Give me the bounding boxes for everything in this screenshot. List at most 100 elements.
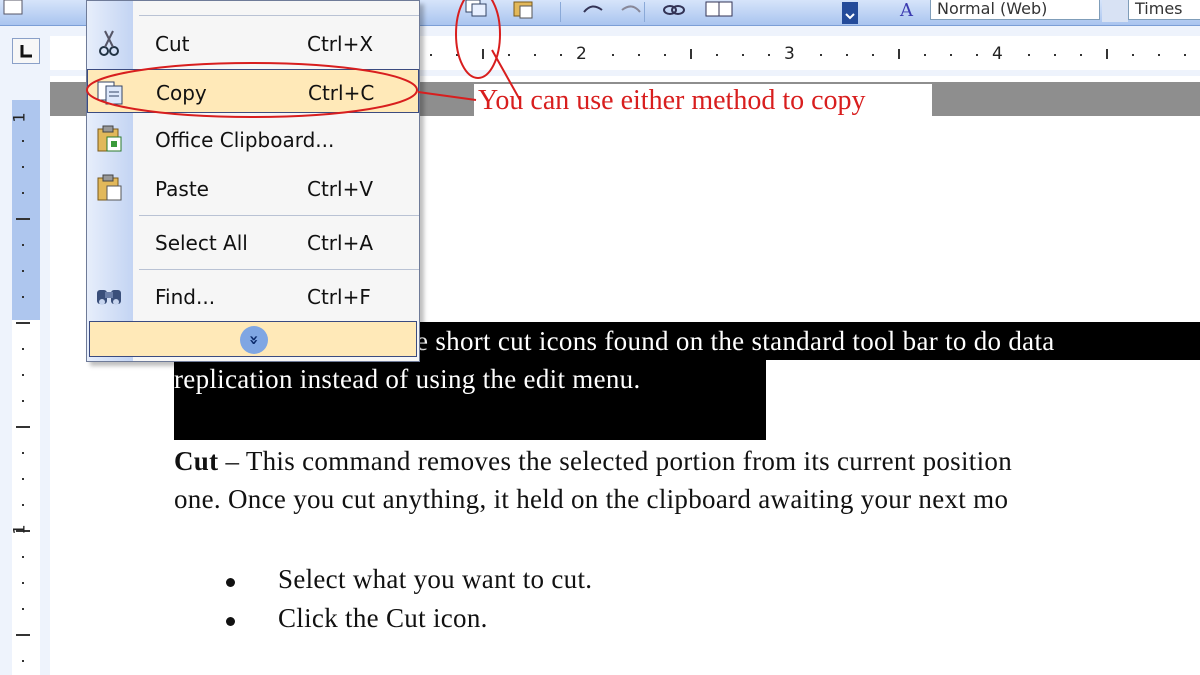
- bullet-item[interactable]: Select what you want to cut.: [278, 564, 592, 595]
- toolbar-separator: [560, 2, 561, 22]
- ruler-tick: [1158, 54, 1160, 56]
- font-dropdown[interactable]: Times: [1128, 0, 1200, 20]
- ruler-tick: [898, 49, 900, 59]
- cut-term: Cut: [174, 446, 219, 476]
- bullet-point: [226, 617, 235, 626]
- vertical-ruler-tick: [22, 348, 24, 350]
- ruler-tick: [976, 54, 978, 56]
- menu-expand-row[interactable]: »: [89, 321, 417, 357]
- bullet-point: [226, 578, 235, 587]
- menu-item-copy[interactable]: Copy Ctrl+C: [87, 69, 419, 113]
- vertical-ruler-margin: [12, 100, 40, 320]
- ruler-tick: [638, 54, 640, 56]
- menu-item-select-all[interactable]: Select All Ctrl+A: [87, 220, 419, 264]
- menu-item-label: Find...: [155, 285, 216, 309]
- menu-item-shortcut: Ctrl+F: [307, 285, 371, 309]
- vertical-ruler-tick: [22, 556, 24, 558]
- vertical-ruler-tick: [22, 192, 24, 194]
- menu-item-shortcut: Ctrl+A: [307, 231, 374, 255]
- toolbar-options-icon[interactable]: [840, 0, 866, 24]
- ruler-number: 3: [784, 44, 795, 64]
- cut-description: – This command removes the selected port…: [218, 446, 1012, 476]
- clipboard-icon: [93, 123, 125, 155]
- ruler-tick: [612, 54, 614, 56]
- menu-item-label: Paste: [155, 177, 209, 201]
- vertical-ruler-text-area: [12, 320, 40, 675]
- redo-icon[interactable]: [616, 0, 642, 22]
- ruler-tick: [1054, 54, 1056, 56]
- copy-toolbar-icon[interactable]: [462, 0, 488, 22]
- hyperlink-icon[interactable]: [660, 0, 686, 22]
- menu-item-paste[interactable]: Paste Ctrl+V: [87, 166, 419, 210]
- vertical-ruler-tick: [22, 452, 24, 454]
- ruler-tick: [690, 49, 692, 59]
- menu-item-label: Copy: [156, 81, 207, 105]
- scissors-icon: [93, 27, 125, 59]
- toolbar-icon[interactable]: [0, 0, 26, 22]
- vertical-ruler-tick: [16, 218, 30, 220]
- ruler-tick: [534, 54, 536, 56]
- ruler-tick: [1106, 49, 1108, 59]
- selected-text-line[interactable]: e short cut icons found on the standard …: [416, 326, 1055, 357]
- undo-icon[interactable]: [578, 0, 604, 22]
- tab-selector[interactable]: [12, 38, 40, 64]
- vertical-ruler-tick: [16, 322, 30, 324]
- vertical-ruler-tick: [22, 244, 24, 246]
- toolbar-separator: [644, 2, 645, 22]
- vertical-ruler-tick: [22, 140, 24, 142]
- vertical-ruler-tick: [22, 660, 24, 662]
- selected-text-line[interactable]: replication instead of using the edit me…: [174, 364, 641, 395]
- ruler-tick: [1028, 54, 1030, 56]
- ruler-tick: [872, 54, 874, 56]
- ruler-tick: [508, 54, 510, 56]
- ruler-tick: [950, 54, 952, 56]
- ruler-number: 4: [992, 44, 1003, 64]
- ruler-tick: [768, 54, 770, 56]
- vertical-ruler-tick: [16, 426, 30, 428]
- menu-separator: [139, 269, 419, 270]
- menu-item-shortcut: Ctrl+X: [307, 32, 374, 56]
- paste-toolbar-icon[interactable]: [510, 0, 536, 22]
- cut-paragraph-line[interactable]: one. Once you cut anything, it held on t…: [174, 484, 1008, 515]
- svg-text:A: A: [899, 0, 914, 21]
- menu-item-find[interactable]: Find... Ctrl+F: [87, 274, 419, 318]
- ruler-tick: [1080, 54, 1082, 56]
- edit-menu: Cut Ctrl+X Copy Ctrl+C Office Clipboard.…: [86, 0, 420, 362]
- vertical-ruler-tick: [22, 608, 24, 610]
- table-icon[interactable]: [704, 0, 733, 22]
- chevron-double-down-icon[interactable]: »: [240, 326, 268, 354]
- ruler-tick: [924, 54, 926, 56]
- annotation-text: You can use either method to copy: [474, 84, 932, 118]
- ruler-tick: [456, 54, 458, 56]
- vertical-ruler-tick: [22, 478, 24, 480]
- styles-icon[interactable]: A: [896, 0, 922, 22]
- menu-separator: [139, 15, 419, 16]
- style-dropdown-arrow-icon[interactable]: [1102, 0, 1128, 22]
- menu-item-cut[interactable]: Cut Ctrl+X: [87, 21, 419, 65]
- menu-item-office-clipboard[interactable]: Office Clipboard...: [87, 117, 419, 161]
- ruler-tick: [560, 54, 562, 56]
- ruler-number: 2: [576, 44, 587, 64]
- vertical-ruler-tick: [22, 270, 24, 272]
- vertical-ruler-number: 1: [9, 112, 29, 123]
- ruler-tick: [716, 54, 718, 56]
- menu-item-shortcut: Ctrl+V: [307, 177, 374, 201]
- menu-item-label: Office Clipboard...: [155, 128, 335, 152]
- vertical-ruler-tick: [22, 582, 24, 584]
- vertical-ruler-tick: [22, 166, 24, 168]
- paste-icon: [93, 172, 125, 204]
- cut-paragraph-line[interactable]: Cut – This command removes the selected …: [174, 446, 1012, 477]
- menu-separator: [139, 215, 419, 216]
- copy-icon: [94, 76, 126, 108]
- vertical-ruler-tick: [22, 374, 24, 376]
- ruler-tick: [742, 54, 744, 56]
- style-dropdown[interactable]: Normal (Web): [930, 0, 1100, 20]
- ruler-tick: [430, 54, 432, 56]
- ruler-tick: [1132, 54, 1134, 56]
- bullet-item[interactable]: Click the Cut icon.: [278, 603, 488, 634]
- vertical-ruler-tick: [16, 634, 30, 636]
- menu-item-label: Select All: [155, 231, 248, 255]
- ruler-tick: [1184, 54, 1186, 56]
- ruler-tick: [846, 54, 848, 56]
- expand-glyph: »: [245, 334, 264, 346]
